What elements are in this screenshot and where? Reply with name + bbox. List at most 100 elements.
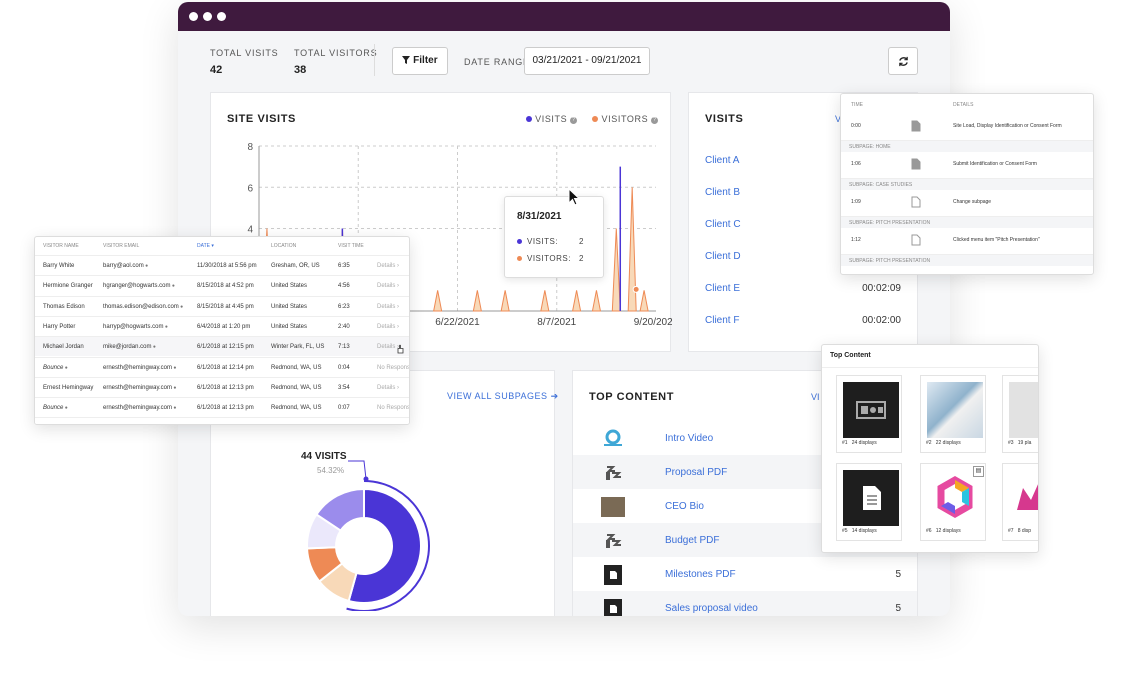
visitor-table-row[interactable]: Bounce ●ernesth@hemingway.com ●6/1/2018 … bbox=[35, 356, 409, 377]
col-header-visit-time[interactable]: VISIT TIME bbox=[338, 243, 364, 249]
bounce-help-icon[interactable]: ● bbox=[63, 405, 68, 411]
visit-duration: 2:40 bbox=[338, 323, 350, 330]
top-content-view-all-link[interactable]: VI bbox=[811, 392, 820, 402]
content-tile-5[interactable]: #5 14 displays bbox=[836, 463, 902, 541]
col-header-visitor-email[interactable]: VISITOR EMAIL bbox=[103, 243, 139, 249]
client-link[interactable]: Client D bbox=[705, 251, 741, 262]
subpages-donut-chart bbox=[306, 460, 430, 611]
visitor-email: ernesth@hemingway.com ● bbox=[103, 405, 177, 412]
content-title-link[interactable]: Budget PDF bbox=[665, 535, 719, 546]
chevron-right-icon: › bbox=[395, 384, 400, 391]
top-content-row[interactable]: Sales proposal video 5 bbox=[573, 591, 917, 616]
visitor-details-link[interactable]: Details › bbox=[377, 263, 399, 269]
client-link[interactable]: Client F bbox=[705, 315, 739, 326]
view-all-subpages-link[interactable]: VIEW ALL SUBPAGES ➔ bbox=[447, 391, 559, 402]
tile-3-rank: #3 bbox=[1008, 440, 1014, 446]
visit-duration: 4:56 bbox=[338, 283, 350, 290]
content-thumbnail-icon bbox=[601, 599, 625, 616]
visitor-table-row[interactable]: Hermione Granger hgranger@hogwarts.com ● 8… bbox=[35, 275, 409, 296]
visitor-location: Gresham, OR, US bbox=[271, 263, 320, 269]
visit-date: 6/1/2018 at 12:15 pm bbox=[197, 344, 254, 351]
visitor-table-row[interactable]: Bounce ●ernesth@hemingway.com ●6/1/2018 … bbox=[35, 417, 409, 424]
refresh-button[interactable] bbox=[888, 47, 918, 75]
client-link[interactable]: Client A bbox=[705, 155, 739, 166]
window-maximize-button[interactable] bbox=[217, 12, 226, 21]
bounce-help-icon[interactable]: ● bbox=[63, 365, 68, 371]
window-close-button[interactable] bbox=[189, 12, 198, 21]
donut-label-leader bbox=[348, 460, 367, 480]
visitor-table-row[interactable]: Ernest Hemingway ernesth@hemingway.com ● 6… bbox=[35, 376, 409, 397]
legend-visits-label: VISITS bbox=[535, 114, 568, 124]
visitor-table-row[interactable]: Barry White barry@aol.com ● 11/30/2018 at … bbox=[35, 255, 409, 275]
tooltip-visits-row: VISITS: 2 bbox=[517, 237, 583, 246]
site-visits-title: SITE VISITS bbox=[227, 113, 296, 125]
window-minimize-button[interactable] bbox=[203, 12, 212, 21]
visitor-name: Bounce ● bbox=[43, 405, 68, 412]
timeline-detail: Clicked menu item "Pitch Presentation" bbox=[953, 237, 1040, 243]
info-icon[interactable]: ● bbox=[170, 283, 175, 289]
content-tile-6[interactable]: ▤ #6 12 displays bbox=[920, 463, 986, 541]
filter-button[interactable]: Filter bbox=[392, 47, 448, 75]
visit-duration: 0:04 bbox=[338, 364, 350, 371]
visitor-details-link[interactable]: Details › bbox=[377, 385, 399, 391]
content-title-link[interactable]: Intro Video bbox=[665, 433, 713, 444]
total-visitors-stat: TOTAL VISITORS 38 bbox=[294, 48, 377, 76]
col-header-visitor-name[interactable]: VISITOR NAME bbox=[43, 243, 79, 249]
hover-point[interactable] bbox=[632, 285, 640, 293]
content-thumbnail-icon bbox=[601, 531, 625, 551]
visitor-location: Redmond, WA, US bbox=[271, 405, 322, 412]
visitor-table-row[interactable]: Bounce ●ernesth@hemingway.com ●6/1/2018 … bbox=[35, 397, 409, 418]
col-header-date[interactable]: DATE ▾ bbox=[197, 243, 214, 249]
y-tick-label: 8 bbox=[247, 142, 253, 153]
chevron-right-icon: › bbox=[395, 303, 400, 310]
hexagon-logo-icon bbox=[937, 475, 973, 519]
legend-swatch-visits bbox=[526, 116, 532, 122]
tile-6-caption: #6 12 displays bbox=[926, 528, 961, 534]
tile-1-rank: #1 bbox=[842, 440, 848, 446]
client-link[interactable]: Client B bbox=[705, 187, 740, 198]
visitors-spike bbox=[433, 290, 443, 312]
top-content-row[interactable]: Milestones PDF 5 bbox=[573, 557, 917, 591]
visitor-table-row[interactable]: Michael Jordan mike@jordan.com ● 6/1/2018 … bbox=[35, 336, 409, 357]
timeline-section-label: SUBPAGE: PITCH PRESENTATION bbox=[849, 258, 931, 264]
visitor-details-link[interactable]: No Response bbox=[377, 365, 409, 371]
visitors-spike bbox=[472, 290, 482, 312]
content-title-link[interactable]: Milestones PDF bbox=[665, 569, 736, 580]
client-link[interactable]: Client C bbox=[705, 219, 741, 230]
visitors-help-icon[interactable]: ? bbox=[651, 117, 659, 124]
info-icon[interactable]: ● bbox=[151, 344, 156, 350]
visitor-details-link[interactable]: Details › bbox=[377, 324, 399, 330]
info-icon[interactable]: ● bbox=[172, 405, 176, 411]
info-icon[interactable]: ● bbox=[172, 385, 176, 391]
info-icon[interactable]: ● bbox=[172, 365, 176, 371]
visits-help-icon[interactable]: ? bbox=[570, 117, 578, 124]
visitor-details-link[interactable]: Details › bbox=[377, 283, 399, 289]
date-range-input[interactable]: 03/21/2021 - 09/21/2021 bbox=[524, 47, 650, 75]
info-icon[interactable]: ● bbox=[163, 324, 168, 330]
content-title-link[interactable]: Sales proposal video bbox=[665, 603, 758, 614]
content-tile-2[interactable]: #2 22 displays bbox=[920, 375, 986, 453]
timeline-header-details: DETAILS bbox=[953, 102, 974, 108]
tile-7-displays: 8 disp bbox=[1017, 528, 1032, 534]
x-tick-label: 8/7/2021 bbox=[537, 317, 576, 328]
visitor-table-row[interactable]: Harry Potter harryp@hogwarts.com ● 6/4/201… bbox=[35, 315, 409, 336]
tile-6-rank: #6 bbox=[926, 528, 932, 534]
col-header-location[interactable]: LOCATION bbox=[271, 243, 296, 249]
content-tile-1[interactable]: #1 24 displays bbox=[836, 375, 902, 453]
visitor-details-link[interactable]: Details › bbox=[377, 304, 399, 310]
visitor-details-link[interactable]: No Response bbox=[377, 405, 409, 411]
visitors-spike bbox=[571, 290, 582, 312]
visitor-table-row[interactable]: Thomas Edison thomas.edison@edison.com ● 8… bbox=[35, 295, 409, 316]
total-visitors-value: 38 bbox=[294, 64, 307, 76]
content-title-link[interactable]: CEO Bio bbox=[665, 501, 704, 512]
content-tile-7[interactable]: #7 8 disp bbox=[1002, 463, 1038, 541]
chevron-right-icon: › bbox=[395, 323, 400, 330]
info-icon[interactable]: ● bbox=[144, 263, 148, 269]
timeline-event-icon bbox=[911, 157, 921, 170]
content-title-link[interactable]: Proposal PDF bbox=[665, 467, 727, 478]
content-thumbnail-icon bbox=[601, 497, 625, 517]
client-link[interactable]: Client E bbox=[705, 283, 740, 294]
donut-label-dot bbox=[363, 476, 369, 482]
info-icon[interactable]: ● bbox=[179, 304, 183, 310]
content-tile-3[interactable]: #3 19 pla bbox=[1002, 375, 1038, 453]
